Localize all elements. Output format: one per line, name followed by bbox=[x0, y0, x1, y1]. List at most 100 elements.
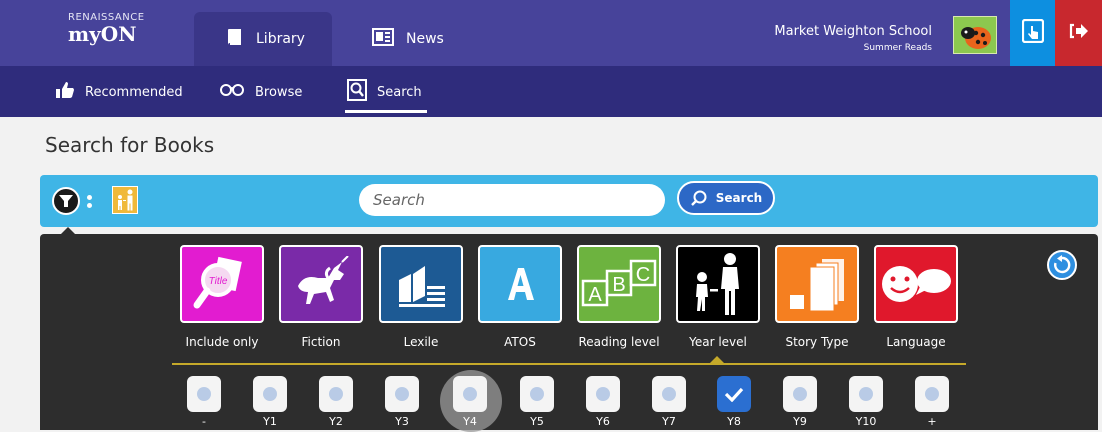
year-option-y7[interactable]: Y7 bbox=[651, 376, 687, 428]
year-option-y9[interactable]: Y9 bbox=[782, 376, 818, 428]
subnav-browse[interactable]: Browse bbox=[219, 79, 302, 105]
year-checkbox[interactable] bbox=[915, 376, 949, 412]
year-checkbox[interactable] bbox=[586, 376, 620, 412]
checkmark-icon bbox=[724, 387, 744, 402]
year-option-y1[interactable]: Y1 bbox=[252, 376, 288, 428]
svg-text:B: B bbox=[612, 274, 625, 296]
search-button[interactable]: Search bbox=[677, 181, 775, 215]
reset-icon bbox=[1054, 255, 1071, 274]
filter-toggle-button[interactable] bbox=[52, 187, 80, 215]
category-language[interactable]: Language bbox=[874, 245, 958, 349]
year-option-y8[interactable]: Y8 bbox=[716, 376, 752, 428]
search-button-label: Search bbox=[715, 191, 763, 205]
category-divider-line bbox=[172, 363, 966, 365]
year-checkbox[interactable] bbox=[319, 376, 353, 412]
category-tile: Title bbox=[180, 245, 264, 323]
year-label: Y7 bbox=[662, 415, 676, 428]
year-option-y3[interactable]: Y3 bbox=[384, 376, 420, 428]
funnel-icon bbox=[59, 195, 73, 207]
logout-button[interactable] bbox=[1055, 0, 1102, 66]
svg-text:C: C bbox=[636, 264, 650, 286]
top-bar: RENAISSANCE myON Library News Market Wei… bbox=[0, 0, 1102, 66]
reset-filters-button[interactable] bbox=[1047, 250, 1077, 280]
year-label: - bbox=[202, 415, 206, 428]
year-checkbox[interactable] bbox=[520, 376, 554, 412]
pages-icon bbox=[790, 259, 844, 312]
tablet-touch-icon bbox=[1021, 18, 1044, 47]
year-checkbox[interactable] bbox=[453, 376, 487, 412]
category-reading-level[interactable]: A B C Reading level bbox=[577, 245, 661, 349]
myon-logo[interactable]: RENAISSANCE myON bbox=[68, 12, 145, 46]
year-label: Y10 bbox=[855, 415, 877, 428]
category-tile: A B C bbox=[577, 245, 661, 323]
avatar[interactable] bbox=[953, 16, 997, 54]
child-adult-icon bbox=[118, 189, 133, 211]
search-icon bbox=[347, 79, 367, 105]
subnav-active-underline bbox=[345, 110, 427, 113]
subnav-recommended-label: Recommended bbox=[85, 84, 183, 100]
year-label: Y5 bbox=[530, 415, 544, 428]
subnav-search[interactable]: Search bbox=[347, 79, 422, 105]
category-lexile[interactable]: Lexile bbox=[379, 245, 463, 349]
category-atos[interactable]: ATOS bbox=[478, 245, 562, 349]
tab-news[interactable]: News bbox=[372, 12, 472, 66]
year-checkbox[interactable] bbox=[849, 376, 883, 412]
category-tile bbox=[478, 245, 562, 323]
category-label: Story Type bbox=[785, 335, 849, 349]
year-label: Y3 bbox=[395, 415, 409, 428]
year-option-y6[interactable]: Y6 bbox=[585, 376, 621, 428]
logo-line2: myON bbox=[68, 22, 137, 46]
year-option-plus[interactable]: + bbox=[914, 376, 950, 428]
year-checkbox[interactable] bbox=[652, 376, 686, 412]
year-option-none[interactable]: - bbox=[186, 376, 222, 428]
speech-face-icon bbox=[882, 266, 951, 302]
child-adult-icon bbox=[696, 253, 739, 315]
active-filter-year-level[interactable] bbox=[112, 186, 138, 214]
category-tile bbox=[676, 245, 760, 323]
subnav-browse-label: Browse bbox=[255, 84, 303, 100]
group-name: Summer Reads bbox=[863, 43, 932, 53]
tab-news-label: News bbox=[406, 31, 444, 47]
magnifier-icon bbox=[690, 190, 707, 206]
search-input[interactable] bbox=[359, 184, 665, 216]
svg-text:Title: Title bbox=[209, 276, 228, 287]
year-option-y2[interactable]: Y2 bbox=[318, 376, 354, 428]
year-option-y5[interactable]: Y5 bbox=[519, 376, 555, 428]
category-label: Reading level bbox=[578, 335, 660, 349]
category-label: Lexile bbox=[403, 335, 439, 349]
year-option-y4[interactable]: Y4 bbox=[452, 376, 488, 428]
category-label: Language bbox=[886, 335, 946, 349]
year-label: Y2 bbox=[329, 415, 343, 428]
active-category-pointer bbox=[709, 356, 725, 364]
title-magnifier-icon: Title bbox=[193, 256, 242, 309]
year-label: Y8 bbox=[727, 415, 741, 428]
year-checkbox[interactable] bbox=[717, 376, 751, 412]
thumbs-up-icon bbox=[55, 81, 75, 103]
year-label: Y6 bbox=[596, 415, 610, 428]
year-checkbox[interactable] bbox=[187, 376, 221, 412]
category-tile bbox=[874, 245, 958, 323]
category-fiction[interactable]: Fiction bbox=[279, 245, 363, 349]
book-icon bbox=[226, 28, 244, 50]
category-year-level[interactable]: Year level bbox=[676, 245, 760, 349]
category-tile bbox=[379, 245, 463, 323]
tablet-mode-button[interactable] bbox=[1010, 0, 1055, 66]
page-title: Search for Books bbox=[45, 133, 215, 157]
tab-library-label: Library bbox=[256, 31, 305, 47]
year-checkbox[interactable] bbox=[385, 376, 419, 412]
year-option-y10[interactable]: Y10 bbox=[848, 376, 884, 428]
category-tile bbox=[279, 245, 363, 323]
year-checkbox[interactable] bbox=[783, 376, 817, 412]
school-name: Market Weighton School bbox=[774, 24, 932, 39]
category-label: ATOS bbox=[504, 335, 536, 349]
category-tile bbox=[775, 245, 859, 323]
tab-library[interactable]: Library bbox=[194, 12, 332, 66]
subnav-recommended[interactable]: Recommended bbox=[55, 79, 183, 105]
year-checkbox[interactable] bbox=[253, 376, 287, 412]
category-include-only[interactable]: Title Include only bbox=[180, 245, 264, 349]
school-info: Market Weighton School Summer Reads bbox=[774, 24, 932, 53]
books-icon bbox=[399, 266, 445, 307]
letter-a-icon bbox=[508, 268, 534, 300]
search-bar: Search bbox=[40, 175, 1098, 227]
category-story-type[interactable]: Story Type bbox=[775, 245, 859, 349]
